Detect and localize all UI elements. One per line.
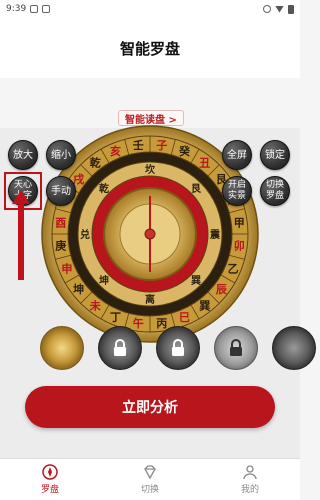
battery-icon [288, 4, 294, 14]
compass-mountain-label: 壬 [133, 138, 144, 152]
compass-trigram-label: 兑 [80, 228, 90, 241]
compass-style-selector [0, 326, 316, 378]
status-right [263, 4, 294, 14]
status-bar: 9:39 [0, 0, 300, 18]
wifi-icon [275, 5, 284, 13]
compass-style-silver-locked[interactable] [214, 326, 258, 370]
compass-mountain-label: 亥 [110, 144, 121, 158]
status-left: 9:39 [6, 4, 51, 14]
compass-mountain-label: 辰 [216, 283, 228, 296]
notification-icon [30, 5, 39, 13]
tab-mine-label: 我的 [240, 485, 259, 495]
dnd-icon [263, 5, 271, 13]
compass-mountain-label: 丁 [110, 311, 121, 324]
live-view-label: 开启 实景 [227, 180, 246, 201]
compass-trigram-label: 巽 [191, 275, 201, 287]
compass-mountain-label: 庚 [55, 239, 66, 253]
status-time: 9:39 [6, 4, 27, 14]
compass-mountain-label: 巳 [179, 311, 190, 324]
fullscreen-button[interactable]: 全屏 [222, 140, 252, 170]
compass-mountain-label: 酉 [55, 216, 66, 229]
user-icon [243, 465, 257, 480]
tab-switch-label: 切换 [140, 485, 159, 495]
compass-mountain-label: 癸 [178, 144, 191, 158]
lock-icon [230, 339, 242, 356]
compass-center-pivot [144, 228, 156, 240]
switch-compass-label: 切换 罗盘 [265, 180, 284, 201]
compass-trigram-label: 震 [210, 229, 221, 241]
compass-trigram-label: 艮 [191, 183, 202, 195]
page-title: 智能罗盘 [119, 39, 180, 58]
compass-style-black-locked[interactable] [156, 326, 200, 370]
tab-luopan[interactable]: 罗盘 [0, 459, 100, 500]
compass-mountain-label: 乙 [228, 262, 239, 275]
tab-mine[interactable]: 我的 [200, 459, 300, 500]
tab-switch[interactable]: 切换 [100, 459, 200, 500]
app-header: 智能罗盘 [0, 18, 300, 78]
compass-mountain-label: 甲 [234, 216, 245, 229]
diamond-icon [144, 465, 156, 480]
image-icon [42, 5, 51, 13]
switch-compass-button[interactable]: 切换 罗盘 [260, 176, 290, 206]
compass-trigram-label: 坎 [145, 163, 156, 176]
zoom-out-button[interactable]: 缩小 [46, 140, 76, 170]
pointer-arrow-icon [12, 190, 30, 280]
lock-icon [114, 339, 126, 356]
compass-trigram-label: 坤 [99, 274, 109, 287]
compass-mountain-label: 坤 [73, 282, 84, 296]
compass-mountain-label: 乾 [90, 156, 101, 170]
manual-button[interactable]: 手动 [46, 176, 76, 206]
lock-icon [172, 339, 184, 356]
compass-mountain-label: 未 [89, 298, 102, 312]
compass-style-gold[interactable] [40, 326, 84, 370]
live-view-button[interactable]: 开启 实景 [222, 176, 252, 206]
compass-style-more-locked[interactable] [272, 326, 316, 370]
zoom-in-button[interactable]: 放大 [8, 140, 38, 170]
lock-button[interactable]: 锁定 [260, 140, 290, 170]
compass-style-dark-locked[interactable] [98, 326, 142, 370]
compass-mountain-label: 丑 [199, 157, 210, 170]
tab-luopan-label: 罗盘 [40, 485, 59, 495]
compass-icon [42, 464, 58, 480]
bottom-tab-bar: 罗盘 切换 我的 [0, 458, 300, 500]
compass-mountain-label: 卯 [234, 239, 245, 253]
compass-mountain-label: 巽 [199, 299, 210, 312]
analyze-now-button[interactable]: 立即分析 [25, 386, 275, 428]
compass-trigram-label: 离 [145, 293, 155, 306]
compass-mountain-label: 子 [156, 139, 167, 152]
compass-trigram-label: 乾 [99, 182, 109, 195]
compass-mountain-label: 申 [61, 261, 72, 275]
